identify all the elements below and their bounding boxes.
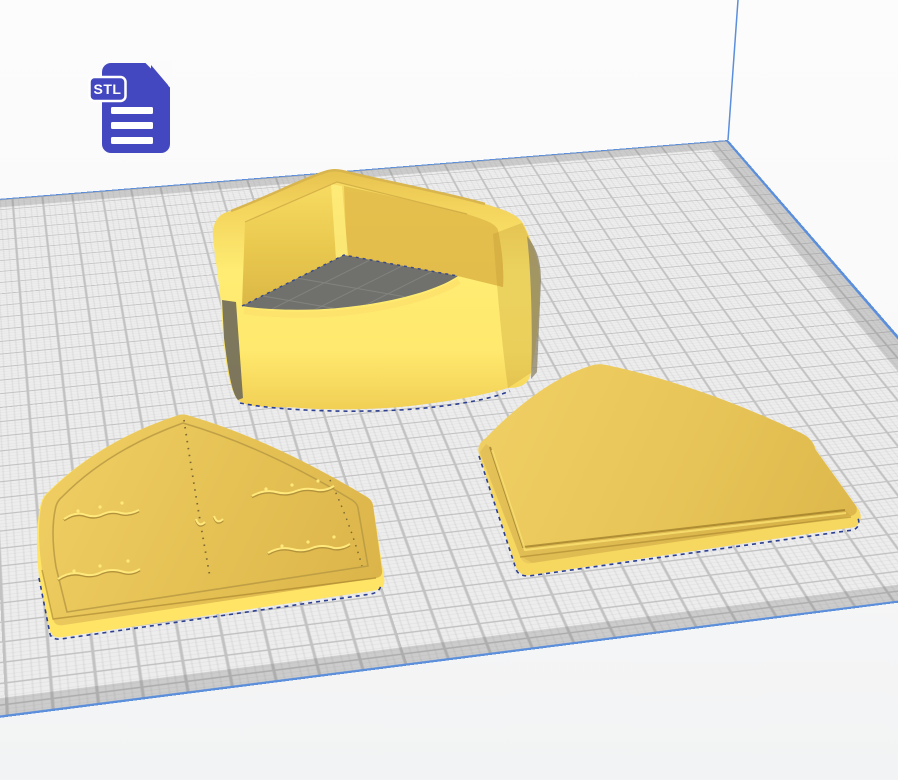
stl-doc-line-2 xyxy=(111,122,153,129)
stl-doc-line-1 xyxy=(111,107,153,114)
slicer-app: { "file_badge": { "label": "STL", "icon_… xyxy=(0,0,898,780)
viewport-3d[interactable]: STL xyxy=(0,0,898,780)
stl-doc-line-3 xyxy=(111,137,153,144)
stl-badge-label: STL xyxy=(94,81,122,97)
stl-file-icon[interactable]: STL xyxy=(88,57,183,157)
build-volume-corner-line xyxy=(728,0,738,140)
